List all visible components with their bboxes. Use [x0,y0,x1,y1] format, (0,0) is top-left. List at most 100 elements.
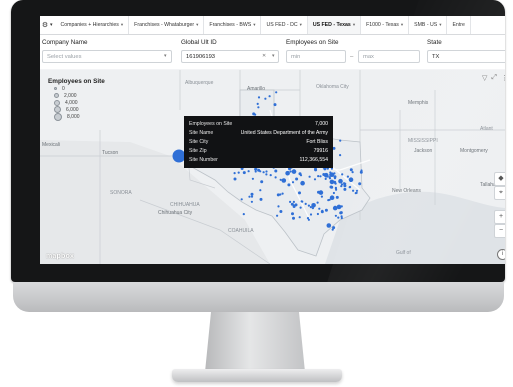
site-marker[interactable] [291,181,295,184]
site-marker[interactable] [337,216,340,219]
site-marker[interactable] [308,175,311,178]
site-marker[interactable] [277,205,280,208]
site-marker[interactable] [331,228,334,231]
site-marker[interactable] [275,91,278,94]
site-marker[interactable] [324,208,328,212]
site-marker[interactable] [254,167,258,171]
filter-funnel-icon[interactable]: ▽ [482,74,487,82]
site-marker[interactable] [340,216,343,220]
site-marker[interactable] [274,169,278,173]
site-marker[interactable] [316,212,319,216]
site-marker[interactable] [349,168,353,172]
site-marker[interactable] [340,185,343,188]
site-marker[interactable] [300,200,303,203]
site-marker[interactable] [339,154,342,157]
map-view[interactable]: Albuquerque Oklahoma City Memphis Atlant… [40,70,505,264]
site-marker[interactable] [329,179,335,185]
site-marker[interactable] [311,203,316,208]
site-marker[interactable] [343,182,346,185]
site-marker[interactable] [273,103,277,107]
expand-icon[interactable]: ⤢ [491,74,497,82]
site-marker[interactable] [329,171,332,174]
site-marker[interactable] [259,170,262,173]
site-marker[interactable] [299,206,302,209]
site-marker[interactable] [285,170,290,176]
site-marker[interactable] [248,195,251,198]
site-marker[interactable] [279,178,282,181]
site-marker[interactable] [290,202,294,206]
site-marker[interactable] [313,178,317,181]
tab-franchises-bws[interactable]: Franchises - BWS ▾ [204,16,262,34]
zoom-in-button[interactable]: + [494,210,505,224]
site-marker[interactable] [317,190,320,194]
site-marker[interactable] [320,195,323,198]
site-marker[interactable] [264,97,267,100]
site-marker[interactable] [262,171,265,174]
site-marker[interactable] [306,217,310,220]
site-marker[interactable] [233,177,237,181]
site-marker[interactable] [233,172,236,175]
site-marker[interactable] [259,197,263,201]
site-marker[interactable] [298,172,302,176]
site-marker[interactable] [354,192,357,195]
site-marker[interactable] [265,173,268,176]
site-marker[interactable] [335,195,339,199]
site-marker[interactable] [318,207,321,210]
settings-gear-icon[interactable]: ⚙ [40,21,50,29]
site-marker[interactable] [279,210,283,213]
site-marker[interactable] [250,200,253,203]
tab-f1000-texas[interactable]: F1000 - Texas ▾ [361,16,410,34]
site-marker[interactable] [304,202,307,205]
tab-us-fed-dc[interactable]: US FED - DC ▾ [261,16,308,34]
site-marker[interactable] [355,189,359,192]
site-marker[interactable] [256,102,259,105]
employees-min-input[interactable]: min [286,50,346,63]
mapbox-logo[interactable]: mapbox [46,253,74,260]
site-marker[interactable] [300,180,305,186]
site-marker[interactable] [322,173,326,176]
site-marker[interactable] [281,192,284,195]
site-marker[interactable] [326,223,332,228]
site-marker[interactable] [317,175,320,178]
site-marker[interactable] [336,204,342,210]
site-marker[interactable] [291,212,294,216]
site-marker[interactable] [247,170,250,173]
site-marker[interactable] [276,193,280,197]
site-marker[interactable] [254,170,257,173]
site-marker[interactable] [269,174,272,177]
tab-us-fed-texas[interactable]: US FED - Texas ▾ [307,16,362,34]
site-marker[interactable] [250,195,254,198]
site-marker[interactable] [346,175,349,178]
site-marker[interactable] [329,195,335,200]
site-marker[interactable] [339,211,343,215]
site-marker[interactable] [289,170,292,173]
tab-smb-us[interactable]: SMB - US ▾ [409,16,448,34]
site-marker[interactable] [259,189,262,192]
site-marker[interactable] [265,170,268,173]
state-select[interactable]: TX [427,50,505,63]
site-marker[interactable] [358,182,362,186]
site-marker[interactable] [334,182,337,185]
site-marker[interactable] [276,214,279,217]
site-marker[interactable] [295,177,299,181]
site-marker[interactable] [257,106,260,109]
site-marker[interactable] [252,112,256,116]
site-marker[interactable] [339,139,342,142]
site-marker[interactable] [257,96,261,99]
site-marker[interactable] [343,184,347,188]
site-marker[interactable] [242,213,245,216]
site-marker[interactable] [334,214,337,217]
site-marker[interactable] [281,178,287,183]
zoom-out-button[interactable]: − [494,224,505,238]
site-marker[interactable] [343,187,347,191]
site-marker[interactable] [260,180,264,184]
site-marker[interactable] [324,177,327,180]
site-marker[interactable] [338,178,343,184]
tab-companies-hierarchies[interactable]: Companies + Hierarchies ▾ [56,16,130,34]
site-marker[interactable] [328,177,332,180]
site-marker[interactable] [268,95,271,98]
site-marker[interactable] [240,198,243,201]
locate-icon[interactable]: ⌖ [494,186,505,200]
site-marker[interactable] [334,187,337,190]
site-marker[interactable] [314,167,317,171]
